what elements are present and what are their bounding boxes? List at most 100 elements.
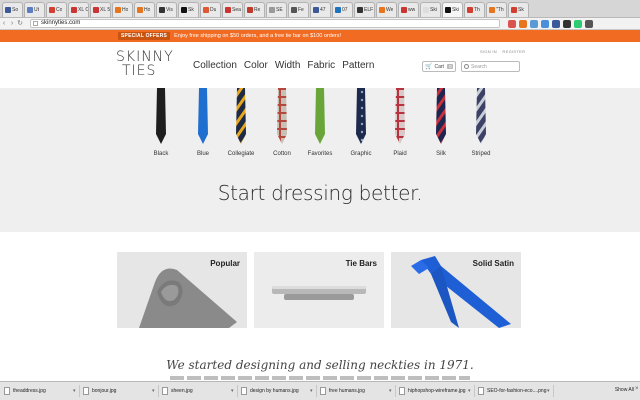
nav-pattern[interactable]: Pattern xyxy=(342,60,374,71)
nav-color[interactable]: Color xyxy=(244,60,268,71)
partial-subline-text xyxy=(170,376,470,380)
sign-in-link[interactable]: SIGN IN xyxy=(480,49,497,54)
download-item[interactable]: design by humans.jpg ▾ xyxy=(239,385,317,397)
cart-count-badge: 0 xyxy=(446,64,454,69)
chevron-down-icon[interactable]: ▾ xyxy=(73,388,79,394)
tie-category-silk[interactable]: Silk xyxy=(430,88,452,157)
browser-tab[interactable]: We xyxy=(376,2,397,17)
chevron-down-icon[interactable]: ▾ xyxy=(468,388,474,394)
browser-tab[interactable]: Fe xyxy=(288,2,309,17)
browser-tab[interactable]: Re xyxy=(244,2,265,17)
extension-icon[interactable] xyxy=(530,19,538,28)
browser-tab[interactable]: Ski xyxy=(442,2,463,17)
extension-icon[interactable] xyxy=(519,19,527,28)
download-item[interactable]: sheen.jpg ▾ xyxy=(160,385,238,397)
browser-tab[interactable]: Ut xyxy=(24,2,45,17)
browser-tab[interactable]: ww xyxy=(398,2,419,17)
browser-tab[interactable]: XL Co xyxy=(68,2,89,17)
browser-tab[interactable]: Co xyxy=(46,2,67,17)
tie-category-cotton[interactable]: Cotton xyxy=(271,88,293,157)
browser-tab[interactable]: 47 xyxy=(310,2,331,17)
browser-tab[interactable]: Th xyxy=(464,2,485,17)
extension-icon[interactable] xyxy=(508,19,516,28)
tie-category-black[interactable]: Black xyxy=(150,88,172,157)
chevron-down-icon[interactable]: ▾ xyxy=(547,388,553,394)
browser-tab[interactable]: ELF xyxy=(354,2,375,17)
brand-tagline: We started designing and selling necktie… xyxy=(166,358,474,372)
browser-tab[interactable]: Sk xyxy=(508,2,529,17)
nav-width[interactable]: Width xyxy=(275,60,301,71)
extension-icon[interactable] xyxy=(541,19,549,28)
browser-tab[interactable]: Ho xyxy=(112,2,133,17)
site-logo[interactable]: SKINNY TIES xyxy=(116,49,174,78)
download-filename: sheen.jpg xyxy=(171,388,193,394)
tie-image xyxy=(356,88,366,144)
card-solid-satin[interactable]: Solid Satin xyxy=(391,252,521,328)
browser-tab[interactable]: SE xyxy=(266,2,287,17)
nav-fabric[interactable]: Fabric xyxy=(307,60,335,71)
browser-tab[interactable]: XL 5 L xyxy=(90,2,111,17)
tie-category-favorites[interactable]: Favorites xyxy=(308,88,332,157)
tab-favicon-icon xyxy=(357,7,363,13)
forward-icon[interactable]: › xyxy=(8,19,16,29)
cart-button[interactable]: 🛒 Cart 0 xyxy=(422,61,456,72)
chevron-down-icon[interactable]: ▾ xyxy=(310,388,316,394)
register-link[interactable]: REGISTER xyxy=(502,49,525,54)
chevron-down-icon[interactable]: ▾ xyxy=(152,388,158,394)
logo-line-1: SKINNY xyxy=(116,49,174,65)
close-icon[interactable]: × xyxy=(635,386,640,392)
tab-title: Sk xyxy=(188,7,194,13)
file-icon xyxy=(83,387,89,395)
browser-tab[interactable]: Sk xyxy=(178,2,199,17)
card-popular[interactable]: Popular xyxy=(117,252,247,328)
browser-tab[interactable]: Du xyxy=(200,2,221,17)
tab-favicon-icon xyxy=(269,7,275,13)
tab-favicon-icon xyxy=(27,7,33,13)
downloads-bar: theaddress.jpg ▾ bonjour.jpg ▾ sheen.jpg ▾ des… xyxy=(0,381,640,400)
browser-tab[interactable]: Sea xyxy=(222,2,243,17)
download-item[interactable]: theaddress.jpg ▾ xyxy=(2,385,80,397)
file-icon xyxy=(4,387,10,395)
tab-favicon-icon xyxy=(379,7,385,13)
nav-collection[interactable]: Collection xyxy=(193,60,237,71)
download-item[interactable]: free humans.jpg ▾ xyxy=(318,385,396,397)
tab-favicon-icon xyxy=(225,7,231,13)
tie-category-plaid[interactable]: Plaid xyxy=(389,88,411,157)
card-title-solid-satin: Solid Satin xyxy=(472,259,514,268)
search-input[interactable]: Search xyxy=(461,61,520,72)
extension-icons xyxy=(508,19,596,28)
address-bar[interactable]: skinnyties.com xyxy=(30,19,500,28)
chevron-down-icon[interactable]: ▾ xyxy=(389,388,395,394)
card-tie-bars[interactable]: Tie Bars xyxy=(254,252,384,328)
extension-icon[interactable] xyxy=(563,19,571,28)
reload-icon[interactable]: ↻ xyxy=(16,19,24,29)
tab-title: Ho xyxy=(122,7,129,13)
extension-icon[interactable] xyxy=(585,19,593,28)
tie-category-graphic[interactable]: Graphic xyxy=(350,88,372,157)
download-item[interactable]: hiphopshop-wireframe.jpg ▾ xyxy=(397,385,475,397)
tab-title: Vis xyxy=(166,7,173,13)
tab-title: "Th xyxy=(496,7,504,13)
back-icon[interactable]: ‹ xyxy=(0,19,8,29)
tab-favicon-icon xyxy=(115,7,121,13)
download-filename: theaddress.jpg xyxy=(13,388,46,394)
tab-favicon-icon xyxy=(467,7,473,13)
extension-icon[interactable] xyxy=(552,19,560,28)
extension-icon[interactable] xyxy=(574,19,582,28)
tie-category-collegiate[interactable]: Collegiate xyxy=(228,88,254,157)
browser-tab[interactable]: "Th xyxy=(486,2,507,17)
chevron-down-icon[interactable]: ▾ xyxy=(231,388,237,394)
download-item[interactable]: SEO-for-fashion-eco....png ▾ xyxy=(476,385,554,397)
browser-tab[interactable]: 07 xyxy=(332,2,353,17)
browser-tab[interactable]: Ho xyxy=(134,2,155,17)
browser-tab[interactable]: Vis xyxy=(156,2,177,17)
tie-category-blue[interactable]: Blue xyxy=(192,88,214,157)
tie-label[interactable]: Striped xyxy=(456,151,506,157)
show-all-downloads-button[interactable]: Show All xyxy=(615,387,634,393)
browser-tab[interactable]: Ski xyxy=(420,2,441,17)
special-offers-badge[interactable]: SPECIAL OFFERS xyxy=(118,32,171,40)
promo-text: Enjoy free shipping on $50 orders, and a… xyxy=(174,33,342,39)
download-item[interactable]: bonjour.jpg ▾ xyxy=(81,385,159,397)
browser-tab[interactable]: So xyxy=(2,2,23,17)
tie-category-striped[interactable]: Striped xyxy=(470,88,492,157)
